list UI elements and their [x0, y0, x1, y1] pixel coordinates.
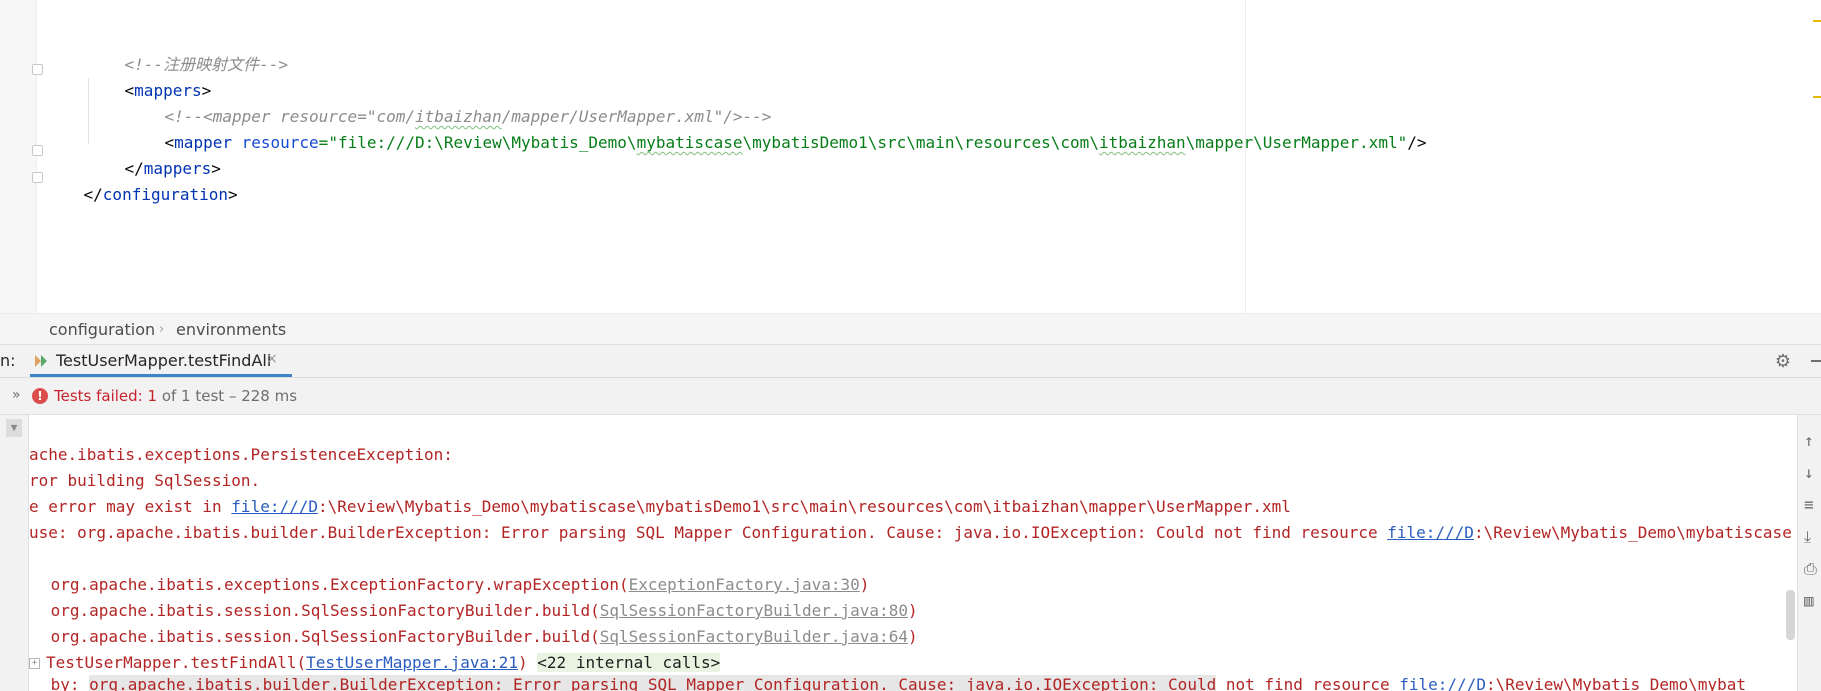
console-line: ror building SqlSession.	[29, 468, 260, 494]
console-text: org.apache.ibatis.exceptions.ExceptionFa…	[41, 575, 629, 594]
tab-run-configuration[interactable]: TestUserMapper.testFindAll ×	[30, 345, 292, 377]
print-icon[interactable]: ⎙	[1804, 559, 1817, 579]
xml-punct: />	[1407, 133, 1427, 152]
xml-attribute-value: itbaizhan	[1098, 133, 1186, 152]
console-text: org.apache.ibatis.session.SqlSessionFact…	[41, 627, 600, 646]
source-link[interactable]: SqlSessionFactoryBuilder.java:64	[600, 627, 908, 646]
file-link[interactable]: file:///D	[1387, 523, 1474, 542]
xml-tag-name: configuration	[102, 185, 229, 204]
code-line[interactable]: <mapper resource="file:///D:\Review\Myba…	[126, 104, 1427, 152]
xml-attribute-value: \mybatisDemo1\src\main\resources\com\	[742, 133, 1099, 152]
internal-calls-folder[interactable]: <22 internal calls>	[537, 653, 721, 672]
xml-attribute: resource	[231, 133, 319, 152]
gear-icon[interactable]: ⚙	[1775, 351, 1791, 372]
trash-icon[interactable]: ▥	[1804, 591, 1814, 610]
console-line: ache.ibatis.exceptions.PersistenceExcept…	[29, 442, 462, 468]
console-text: ror building SqlSession.	[29, 471, 261, 490]
console-text: TestUserMapper.testFindAll(	[46, 653, 307, 672]
stack-trace-line: org.apache.ibatis.session.SqlSessionFact…	[41, 598, 918, 624]
xml-punct: </	[83, 185, 103, 204]
warning-stripe-marker[interactable]	[1813, 20, 1821, 22]
fold-marker-icon[interactable]	[32, 64, 43, 75]
tab-label: TestUserMapper.testFindAll	[56, 351, 272, 370]
test-status-bar: » ! Tests failed: 1 of 1 test – 228 ms	[0, 378, 1821, 415]
console-text: )	[907, 627, 918, 646]
console-text: )	[907, 601, 918, 620]
soft-wrap-icon[interactable]: ≡	[1804, 495, 1814, 514]
breadcrumb-item-environments[interactable]: environments	[176, 320, 286, 339]
stack-trace-line: org.apache.ibatis.session.SqlSessionFact…	[41, 624, 918, 650]
arrow-up-icon[interactable]: ↑	[1804, 431, 1814, 450]
run-window-title: n:	[0, 351, 16, 370]
console-text: )	[859, 575, 870, 594]
editor-gutter	[0, 0, 43, 313]
source-link[interactable]: SqlSessionFactoryBuilder.java:80	[600, 601, 908, 620]
breadcrumb-item-configuration[interactable]: configuration	[49, 320, 155, 339]
scroll-to-end-icon[interactable]: ⤓	[1804, 527, 1811, 547]
code-line[interactable]: <!--<mapper resource="com/itbaizhan/mapp…	[126, 78, 772, 126]
code-line[interactable]: </configuration>	[45, 156, 238, 204]
code-editor[interactable]: <!--注册映射文件--> <mappers> <!--<mapper reso…	[0, 0, 1821, 313]
breadcrumb-separator: ›	[159, 322, 165, 337]
xml-attribute-value: "file:///D:\Review\Mybatis_Demo\	[328, 133, 637, 152]
console-scrollbar[interactable]	[1786, 590, 1795, 640]
console-line: e error may exist in file:///D:\Review\M…	[29, 494, 1291, 520]
source-link[interactable]: TestUserMapper.java:21	[306, 653, 518, 672]
xml-attribute-value: mybatiscase	[636, 133, 743, 152]
stack-trace-line: org.apache.ibatis.exceptions.ExceptionFa…	[41, 572, 870, 598]
console-output[interactable]: ache.ibatis.exceptions.PersistenceExcept…	[29, 415, 1796, 691]
code-line[interactable]: </mappers>	[86, 130, 221, 178]
source-link[interactable]: ExceptionFactory.java:30	[629, 575, 860, 594]
console-text: :\Review\Mybatis_Demo\mybat	[1485, 675, 1747, 691]
xml-attribute-value: \mapper\UserMapper.xml"	[1185, 133, 1408, 152]
console-text: not find resource	[1216, 675, 1400, 691]
console-text: :\Review\Mybatis_Demo\mybatiscase	[1473, 523, 1792, 542]
double-chevron-right-icon[interactable]: »	[12, 387, 21, 403]
console-text: use: org.apache.ibatis.builder.BuilderEx…	[29, 523, 1388, 542]
expand-plus-icon[interactable]: +	[29, 658, 40, 669]
console-line: use: org.apache.ibatis.builder.BuilderEx…	[29, 520, 1792, 546]
xml-punct: >	[228, 185, 238, 204]
console-text: org.apache.ibatis.session.SqlSessionFact…	[41, 601, 600, 620]
error-icon: !	[32, 388, 48, 404]
console-text: :\Review\Mybatis_Demo\mybatiscase\mybati…	[318, 497, 1291, 516]
code-line[interactable]: <mappers>	[86, 52, 212, 100]
status-failed-label: Tests failed:	[54, 387, 148, 405]
right-margin-guide	[1245, 0, 1246, 313]
test-status-text: Tests failed: 1 of 1 test – 228 ms	[54, 387, 297, 405]
console-text: )	[518, 653, 538, 672]
minimize-icon[interactable]	[1811, 360, 1821, 362]
status-failed-count: 1	[147, 387, 158, 405]
xml-attribute-value: =	[318, 133, 329, 152]
console-text: ache.ibatis.exceptions.PersistenceExcept…	[29, 445, 463, 464]
run-tool-window-header: n: TestUserMapper.testFindAll × ⚙	[0, 345, 1821, 378]
warning-stripe-marker[interactable]	[1813, 96, 1821, 98]
console-text: by:	[41, 675, 90, 691]
console-line: by: org.apache.ibatis.builder.BuilderExc…	[41, 672, 1746, 691]
close-tab-icon[interactable]: ×	[266, 351, 278, 367]
status-summary: of 1 test – 228 ms	[157, 387, 298, 405]
file-link[interactable]: file:///D	[1399, 675, 1486, 691]
arrow-down-icon[interactable]: ↓	[1804, 463, 1814, 482]
collapse-triangle-icon[interactable]: ▼	[6, 419, 22, 437]
fold-marker-icon[interactable]	[32, 172, 43, 183]
console-text: e error may exist in	[29, 497, 232, 516]
breadcrumb: configuration › environments	[0, 313, 1821, 345]
console-text: org.apache.ibatis.builder.BuilderExcepti…	[89, 675, 1217, 691]
file-link[interactable]: file:///D	[231, 497, 318, 516]
test-failed-run-icon	[34, 353, 48, 372]
console-right-toolbar: ↑ ↓ ≡ ⤓ ⎙ ▥	[1797, 415, 1821, 691]
code-line[interactable]: <!--注册映射文件-->	[86, 26, 288, 74]
console-left-toolbar: ▼	[0, 415, 29, 691]
fold-marker-icon[interactable]	[32, 145, 43, 156]
